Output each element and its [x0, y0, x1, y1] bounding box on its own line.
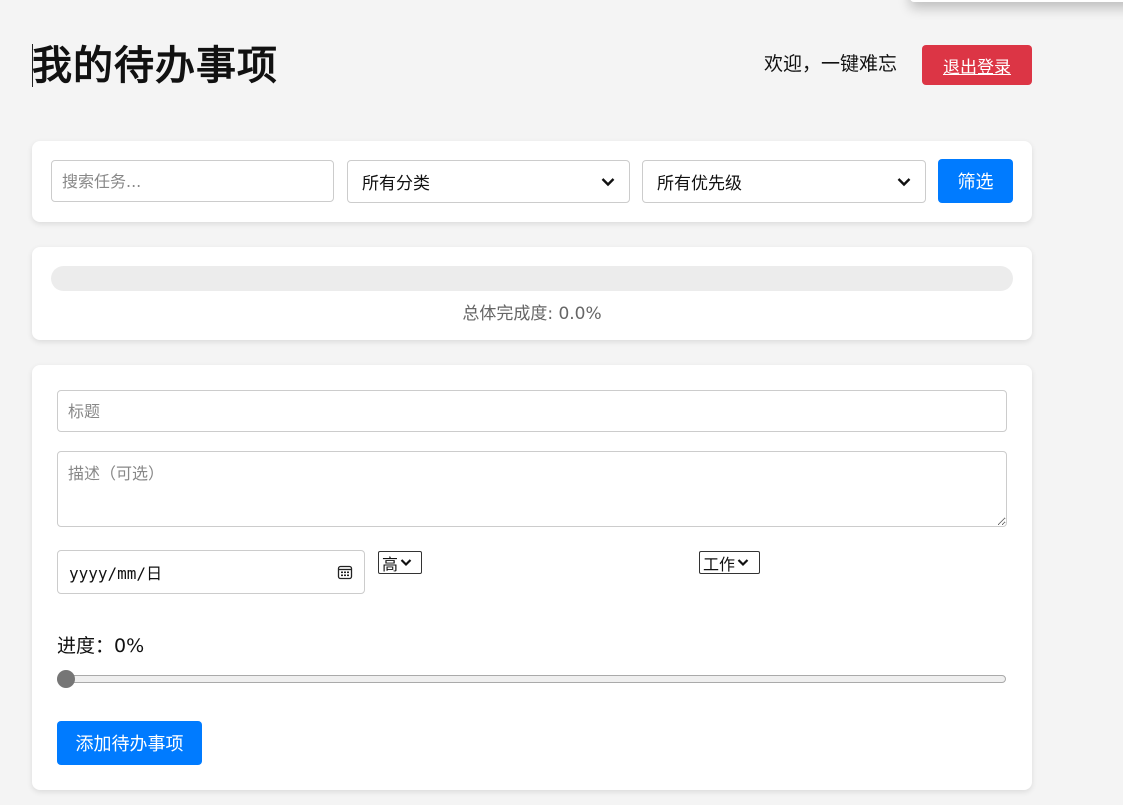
text-cursor: [32, 44, 33, 87]
page-header: 我的待办事项 欢迎，一键难忘 退出登录: [32, 0, 1032, 130]
app-container: 我的待办事项 欢迎，一键难忘 退出登录 所有分类 所有优先级 筛选 总体完成度:…: [32, 0, 1032, 790]
overall-progress-panel: 总体完成度: 0.0%: [32, 247, 1032, 340]
welcome-text: 欢迎，一键难忘: [764, 53, 898, 75]
calendar-icon[interactable]: [337, 564, 353, 580]
progress-slider[interactable]: [57, 675, 1006, 683]
overall-progress-bar: [51, 266, 1013, 291]
title-input[interactable]: [57, 390, 1007, 432]
due-date-placeholder: yyyy/mm/日: [69, 564, 163, 583]
category-select-value: 工作: [703, 554, 736, 574]
category-filter-value: 所有分类: [362, 174, 430, 194]
priority-filter-select[interactable]: 所有优先级: [642, 160, 926, 203]
chevron-down-icon: [897, 177, 911, 186]
page-title: 我的待办事项: [32, 43, 278, 89]
logout-button[interactable]: 退出登录: [922, 45, 1032, 85]
chevron-down-icon: [737, 559, 749, 567]
overall-progress-text: 总体完成度: 0.0%: [462, 304, 602, 324]
priority-select[interactable]: 高: [378, 551, 422, 574]
category-select[interactable]: 工作: [699, 551, 760, 574]
chevron-down-icon: [601, 177, 615, 186]
category-filter-select[interactable]: 所有分类: [347, 160, 630, 203]
filter-panel: 所有分类 所有优先级 筛选: [32, 141, 1032, 222]
progress-slider-thumb[interactable]: [57, 670, 75, 688]
due-date-input[interactable]: yyyy/mm/日: [57, 550, 365, 594]
description-input[interactable]: [57, 451, 1007, 527]
priority-filter-value: 所有优先级: [657, 174, 742, 194]
search-input[interactable]: [51, 160, 334, 202]
add-todo-form: yyyy/mm/日 高 工作 进度：0% 添加待办事项: [32, 365, 1032, 790]
chevron-down-icon: [400, 559, 412, 567]
priority-select-value: 高: [382, 554, 399, 574]
add-todo-button[interactable]: 添加待办事项: [57, 721, 202, 765]
progress-label: 进度：0%: [57, 635, 145, 657]
filter-button[interactable]: 筛选: [938, 159, 1013, 203]
